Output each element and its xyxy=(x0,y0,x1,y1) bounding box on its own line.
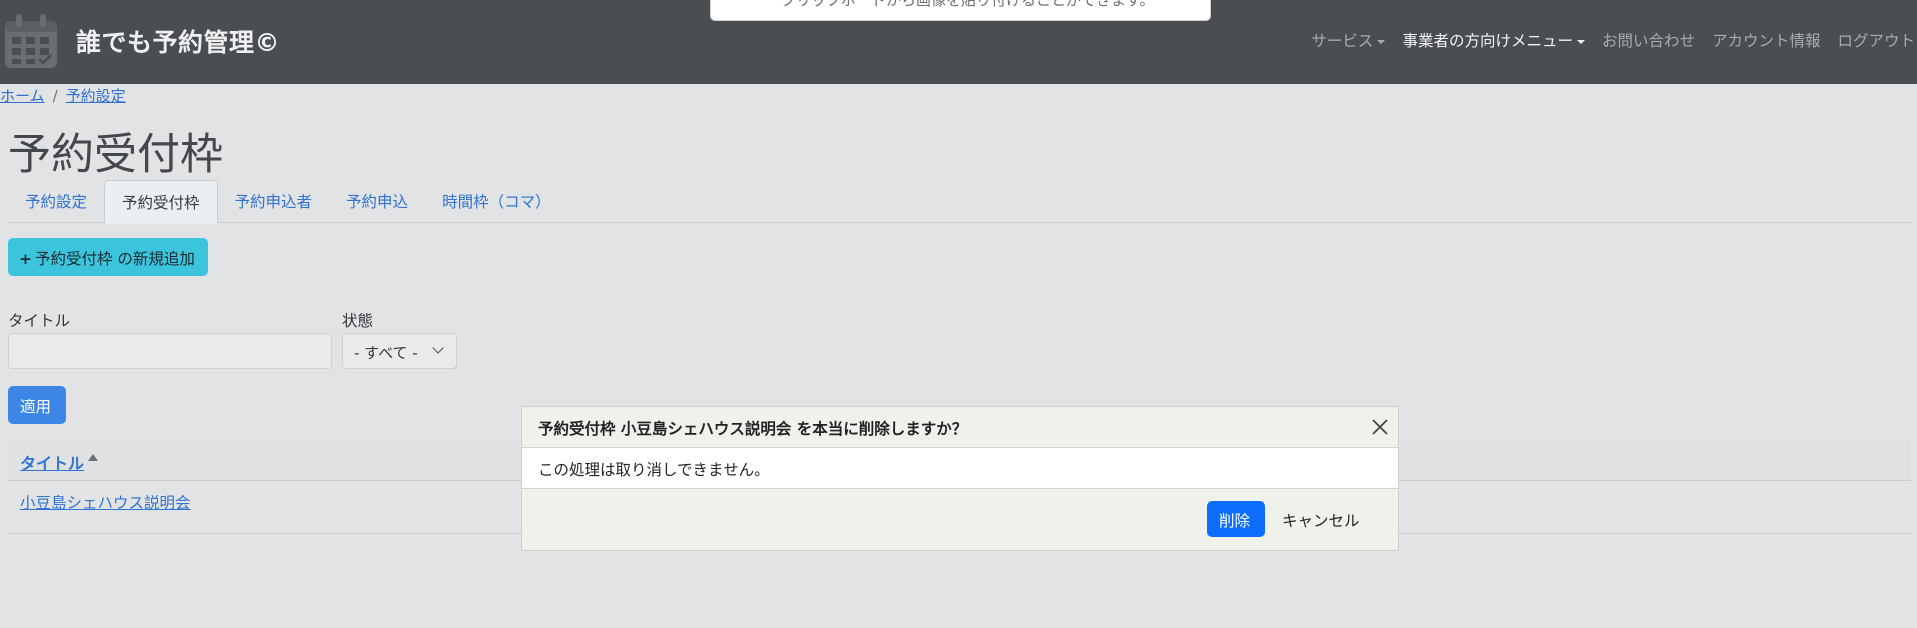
status-select-value: - すべて - xyxy=(354,344,418,362)
apply-filter-button[interactable]: 適用 xyxy=(8,386,66,424)
toast-text: クリップボードから画像を貼り付けることができます。 xyxy=(781,0,1155,9)
row-title-link[interactable]: 小豆島シェハウス説明会 xyxy=(20,491,191,513)
tab-applicants[interactable]: 予約申込者 xyxy=(218,180,330,222)
title-column-sort-link[interactable]: タイトル xyxy=(20,450,84,474)
sort-ascending-icon xyxy=(88,454,98,461)
calendar-logo-icon[interactable] xyxy=(2,11,60,71)
nav-services-label: サービス xyxy=(1311,32,1374,50)
nav-logout[interactable]: ログアウト xyxy=(1837,29,1915,51)
top-nav-menu: サービス 事業者の方向けメニュー お問い合わせ アカウント情報 ログアウト xyxy=(1294,29,1915,51)
nav-account-info[interactable]: アカウント情報 xyxy=(1712,29,1821,51)
add-reception-slot-button[interactable]: + 予約受付枠 の新規追加 xyxy=(8,238,208,276)
page-title: 予約受付枠 xyxy=(8,130,223,180)
clipboard-toast: クリップボードから画像を貼り付けることができます。 xyxy=(710,0,1211,21)
nav-services[interactable]: サービス xyxy=(1311,29,1386,51)
plus-icon: + xyxy=(19,250,32,268)
title-filter-label: タイトル xyxy=(8,312,71,330)
nav-business-menu[interactable]: 事業者の方向けメニュー xyxy=(1402,29,1585,51)
dialog-title: 予約受付枠 小豆島シェハウス説明会 を本当に削除しますか？ xyxy=(538,420,968,438)
tab-applications[interactable]: 予約申込 xyxy=(329,180,425,222)
breadcrumb: ホーム / 予約設定 xyxy=(0,85,126,106)
dialog-body: この処理は取り消しできません。 xyxy=(522,448,1398,489)
cancel-button[interactable]: キャンセル xyxy=(1282,501,1360,537)
breadcrumb-separator: / xyxy=(52,87,58,105)
add-button-label: 予約受付枠 の新規追加 xyxy=(35,250,195,268)
nav-business-menu-label: 事業者の方向けメニュー xyxy=(1402,32,1573,50)
nav-contact[interactable]: お問い合わせ xyxy=(1602,29,1695,51)
delete-button[interactable]: 削除 xyxy=(1207,501,1265,537)
chevron-down-icon xyxy=(432,342,444,354)
close-icon[interactable] xyxy=(1368,415,1392,439)
dialog-message: この処理は取り消しできません。 xyxy=(538,461,770,479)
breadcrumb-current-link[interactable]: 予約設定 xyxy=(66,87,126,105)
breadcrumb-home-link[interactable]: ホーム xyxy=(0,87,45,105)
status-filter-label: 状態 xyxy=(342,312,374,330)
delete-confirm-dialog: 予約受付枠 小豆島シェハウス説明会 を本当に削除しますか？ この処理は取り消しで… xyxy=(521,406,1399,551)
tab-time-slots[interactable]: 時間枠（コマ） xyxy=(425,180,568,222)
tab-reception-slots[interactable]: 予約受付枠 xyxy=(104,180,218,224)
status-filter-select[interactable]: - すべて - xyxy=(342,333,457,369)
dialog-header: 予約受付枠 小豆島シェハウス説明会 を本当に削除しますか？ xyxy=(522,407,1398,448)
tab-reservation-settings[interactable]: 予約設定 xyxy=(8,180,104,222)
title-filter-input[interactable] xyxy=(8,333,332,369)
caret-down-icon xyxy=(1377,39,1386,44)
tab-bar: 予約設定 予約受付枠 予約申込者 予約申込 時間枠（コマ） xyxy=(8,180,1911,224)
brand-title[interactable]: 誰でも予約管理© xyxy=(76,23,280,59)
caret-down-icon xyxy=(1576,39,1585,44)
